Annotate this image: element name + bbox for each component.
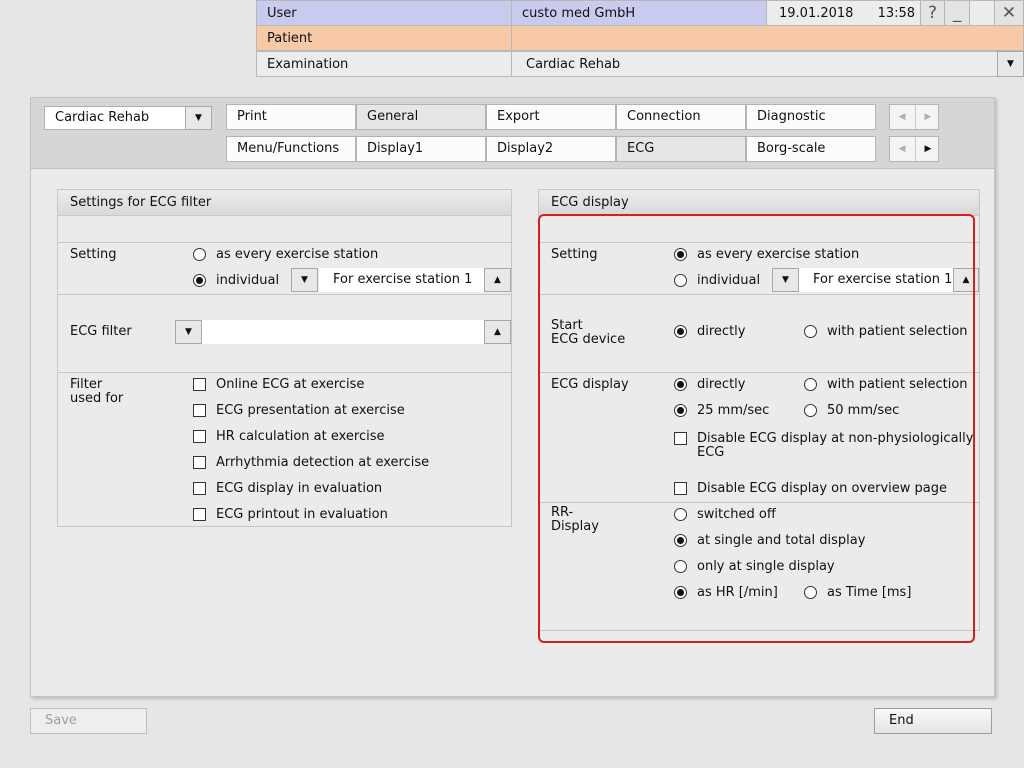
panel-title: Settings for ECG filter (58, 190, 511, 216)
ecg-filter-dropdown-icon[interactable]: ▼ (175, 320, 202, 344)
check-online-ecg[interactable] (193, 378, 206, 391)
tab-export[interactable]: Export (486, 104, 616, 130)
tab-print[interactable]: Print (226, 104, 356, 130)
radio-individual[interactable] (193, 274, 206, 287)
patient-value[interactable] (511, 25, 1024, 51)
check-hr-calculation[interactable] (193, 430, 206, 443)
scroll-left-icon[interactable]: ◀ (890, 105, 914, 129)
check-arrhythmia[interactable] (193, 456, 206, 469)
scroll-right-icon[interactable]: ▶ (915, 137, 940, 161)
ecg-filter-label: ECG filter (70, 324, 132, 339)
tabs-row1-nav: ◀ ▶ (889, 104, 939, 130)
tab-menu-functions[interactable]: Menu/Functions (226, 136, 356, 162)
tab-display1[interactable]: Display1 (356, 136, 486, 162)
station-dropdown-icon[interactable]: ▼ (291, 268, 318, 292)
date-time: 19.01.2018 13:58 (766, 0, 921, 26)
check-label: Arrhythmia detection at exercise (216, 455, 430, 470)
setting-label: Setting (70, 247, 117, 262)
close-icon[interactable]: ✕ (994, 0, 1024, 26)
tab-bar: Cardiac Rehab ▼ Print General Export Con… (31, 98, 994, 169)
spacer (969, 0, 995, 26)
user-value: custo med GmbH (511, 0, 767, 26)
check-label: Online ECG at exercise (216, 377, 365, 392)
tab-diagnostic[interactable]: Diagnostic (746, 104, 876, 130)
station-select[interactable]: For exercise station 1 (319, 268, 484, 292)
minimize-icon[interactable]: _ (944, 0, 970, 26)
filter-used-label-line2: used for (70, 391, 124, 406)
radio-as-every-station[interactable] (193, 248, 206, 261)
check-label: ECG display in evaluation (216, 481, 383, 496)
examination-dropdown-icon[interactable]: ▼ (997, 51, 1024, 77)
filter-used-label-line1: Filter (70, 377, 103, 392)
panel-title: ECG display (539, 190, 979, 216)
ecg-filter-panel: Settings for ECG filter Setting as every… (57, 189, 512, 527)
check-label: ECG printout in evaluation (216, 507, 388, 522)
profile-dropdown-icon[interactable]: ▼ (185, 106, 212, 130)
time-value: 13:58 (877, 6, 916, 21)
end-button[interactable]: End (874, 708, 992, 734)
scroll-right-icon[interactable]: ▶ (915, 105, 940, 129)
user-label: User (256, 0, 512, 26)
tab-ecg[interactable]: ECG (616, 136, 746, 162)
tab-general[interactable]: General (356, 104, 486, 130)
profile-select[interactable]: Cardiac Rehab (44, 106, 200, 130)
save-button[interactable]: Save (30, 708, 147, 734)
tab-display2[interactable]: Display2 (486, 136, 616, 162)
station-up-icon[interactable]: ▲ (484, 268, 511, 292)
check-label: ECG presentation at exercise (216, 403, 405, 418)
examination-label: Examination (256, 51, 512, 77)
scroll-left-icon[interactable]: ◀ (890, 137, 914, 161)
check-ecg-presentation[interactable] (193, 404, 206, 417)
ecg-filter-select[interactable] (202, 320, 484, 344)
check-ecg-printout-eval[interactable] (193, 508, 206, 521)
tabs-row2-nav: ◀ ▶ (889, 136, 939, 162)
radio-label: as every exercise station (216, 247, 379, 262)
check-label: HR calculation at exercise (216, 429, 385, 444)
tab-borg-scale[interactable]: Borg-scale (746, 136, 876, 162)
patient-label: Patient (256, 25, 512, 51)
radio-label: individual (216, 273, 280, 288)
check-ecg-display-eval[interactable] (193, 482, 206, 495)
highlight-frame (538, 214, 975, 643)
examination-select[interactable]: Cardiac Rehab (511, 51, 998, 77)
ecg-filter-up-icon[interactable]: ▲ (484, 320, 511, 344)
tab-connection[interactable]: Connection (616, 104, 746, 130)
help-icon[interactable]: ? (920, 0, 945, 26)
date-value: 19.01.2018 (779, 6, 854, 21)
